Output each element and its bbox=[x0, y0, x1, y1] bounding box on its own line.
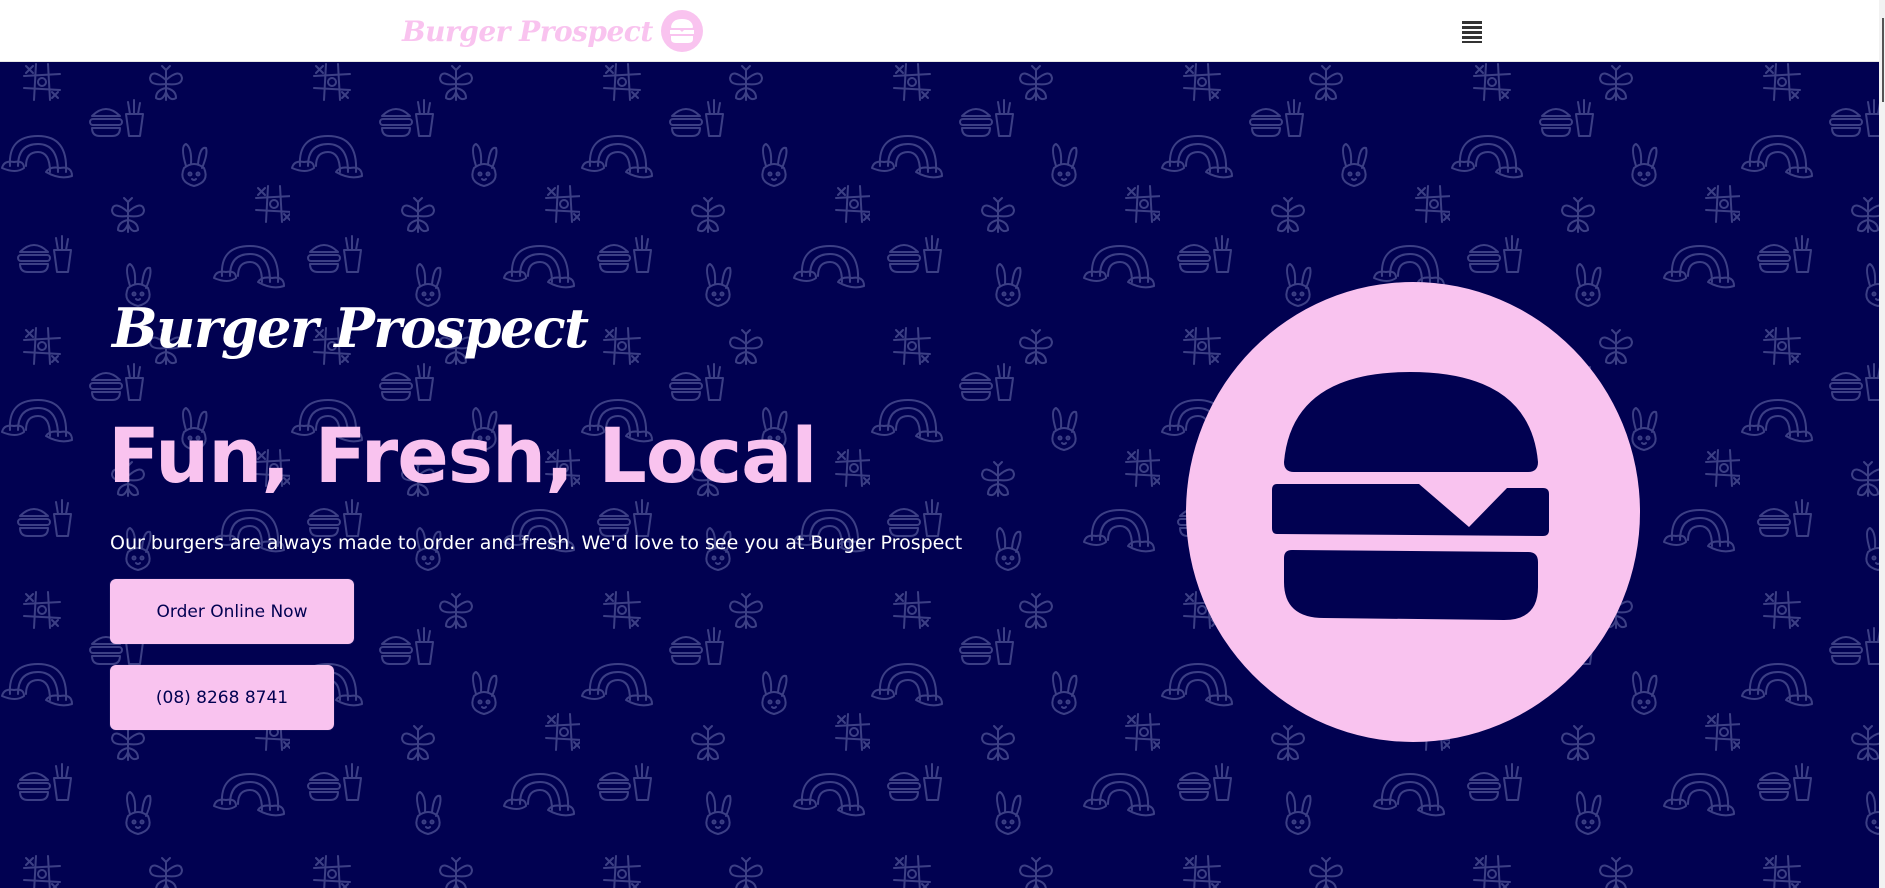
hero-script-title: Burger Prospect bbox=[112, 296, 589, 360]
brand-name: Burger Prospect bbox=[402, 14, 653, 48]
hero-subtext: Our burgers are always made to order and… bbox=[110, 532, 963, 554]
site-header: Burger Prospect bbox=[0, 0, 1885, 62]
brand-logo-link[interactable]: Burger Prospect bbox=[402, 9, 703, 53]
order-online-button[interactable]: Order Online Now bbox=[110, 579, 354, 644]
scrollbar-thumb[interactable] bbox=[1882, 18, 1884, 102]
page-scrollbar[interactable] bbox=[1879, 0, 1885, 888]
burger-icon bbox=[1186, 282, 1640, 742]
page: Burger Prospect Burger Prospect Fun, Fre… bbox=[0, 0, 1885, 888]
hero-heading: Fun, Fresh, Local bbox=[108, 411, 817, 500]
hamburger-menu-icon[interactable] bbox=[1460, 18, 1484, 44]
phone-call-button[interactable]: (08) 8268 8741 bbox=[110, 665, 334, 730]
burger-badge-icon bbox=[660, 10, 703, 52]
